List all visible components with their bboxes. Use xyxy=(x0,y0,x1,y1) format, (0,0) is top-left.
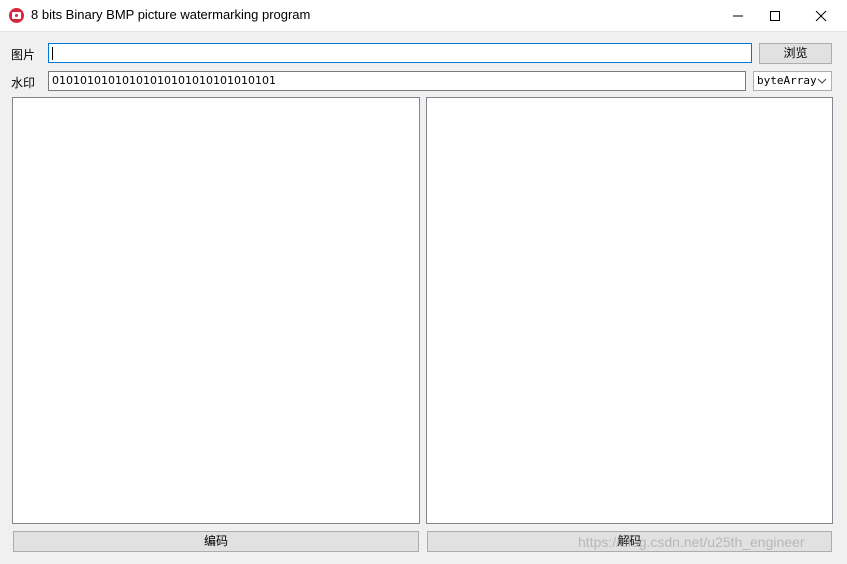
format-selected-value: byteArray xyxy=(757,74,817,87)
watermark-input[interactable]: 01010101010101010101010101010101 xyxy=(48,71,746,91)
original-image-panel xyxy=(12,97,420,524)
minimize-icon xyxy=(733,15,743,17)
close-icon xyxy=(815,10,827,22)
format-select[interactable]: byteArray xyxy=(753,71,832,91)
encode-button[interactable]: 编码 xyxy=(13,531,419,552)
window-title: 8 bits Binary BMP picture watermarking p… xyxy=(31,7,311,22)
result-image-panel xyxy=(426,97,833,524)
image-path-input[interactable] xyxy=(48,43,752,63)
watermark-label: 水印 xyxy=(11,76,36,90)
text-caret xyxy=(52,46,53,60)
image-label: 图片 xyxy=(11,48,36,62)
camera-icon xyxy=(9,8,24,23)
chevron-down-icon xyxy=(817,78,827,84)
maximize-button[interactable] xyxy=(752,0,798,31)
maximize-icon xyxy=(770,11,780,21)
close-button[interactable] xyxy=(798,0,844,31)
browse-button[interactable]: 浏览 xyxy=(759,43,832,64)
title-bar[interactable]: 8 bits Binary BMP picture watermarking p… xyxy=(0,0,847,32)
source-watermark: https://blog.csdn.net/u25th_engineer xyxy=(578,534,805,550)
